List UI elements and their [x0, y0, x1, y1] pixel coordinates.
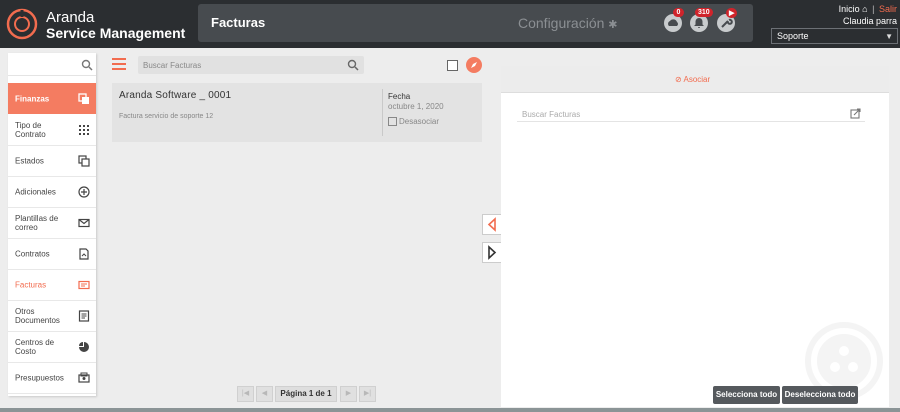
top-bar: Aranda Service Management Facturas Confi… [0, 0, 900, 48]
invoice-card[interactable]: Aranda Software _ 0001 Factura servicio … [112, 83, 482, 142]
sidebar-item-label: Finanzas [15, 94, 50, 103]
page-indicator: Página 1 de 1 [275, 386, 337, 402]
first-page-button[interactable]: |◀ [237, 386, 254, 402]
plus-circle-icon [78, 186, 90, 198]
aranda-logo-icon [6, 8, 38, 40]
search-icon[interactable] [347, 59, 359, 71]
unlink-checkbox-icon [388, 117, 397, 126]
copy-icon [78, 92, 89, 104]
tools-notification-button[interactable]: ▶ [717, 8, 738, 32]
move-left-button[interactable] [482, 214, 502, 235]
home-link[interactable]: Inicio [839, 4, 860, 14]
document-icon [78, 310, 90, 322]
date-label: Fecha [388, 92, 411, 101]
deselect-all-button[interactable]: Deselecciona todo [782, 386, 858, 404]
cloud-notification-button[interactable]: 0 [664, 8, 684, 32]
sidebar-item-label: Estados [15, 156, 44, 166]
sidebar-item-adicionales[interactable]: Adicionales [8, 177, 96, 208]
sidebar-item-label: Contratos [15, 249, 50, 259]
invoice-title: Aranda Software _ 0001 [119, 90, 232, 101]
project-select[interactable]: Soporte ▼ [771, 28, 898, 44]
compass-icon [471, 62, 477, 68]
envelope-icon [78, 218, 90, 228]
project-select-value: Soporte [777, 31, 809, 41]
search-placeholder: Buscar Facturas [143, 61, 202, 70]
associate-label: Asociar [683, 75, 711, 84]
bell-notification-button[interactable]: 310 [690, 8, 713, 32]
invoice-icon [78, 280, 90, 290]
search-submit-icon[interactable] [850, 107, 862, 119]
triangle-left-icon [487, 217, 496, 232]
user-name: Claudia parra [842, 16, 897, 26]
associate-search-input[interactable]: Buscar Facturas [517, 106, 865, 122]
notification-badge: 310 [695, 8, 713, 17]
associate-bar[interactable]: ⊘ Asociar [501, 66, 889, 93]
separator: | [872, 4, 875, 14]
notification-badge: ▶ [726, 8, 738, 18]
search-icon [81, 59, 93, 71]
sidebar-item-label: Plantillas de correo [15, 214, 59, 232]
card-divider [382, 89, 383, 136]
sidebar-item-label: Presupuestos [15, 373, 64, 383]
triangle-right-icon [488, 245, 497, 260]
sidebar: Finanzas Tipo de Contrato Estados Adicio… [8, 53, 96, 396]
menu-icon[interactable] [112, 58, 126, 70]
unlink-button[interactable]: Desasociar [388, 117, 439, 126]
sidebar-item-centros-costo[interactable]: Centros de Costo [8, 332, 96, 363]
move-right-button[interactable] [482, 242, 502, 263]
configuration-label: Configuración [518, 15, 605, 31]
sidebar-item-label: Tipo de Contrato [15, 121, 46, 139]
last-page-button[interactable]: ▶| [359, 386, 376, 402]
compass-button[interactable] [466, 57, 482, 73]
invoice-description: Factura servicio de soporte 12 [119, 113, 214, 120]
sidebar-search[interactable] [8, 56, 96, 76]
sidebar-item-contratos[interactable]: Contratos [8, 239, 96, 270]
sidebar-item-presupuestos[interactable]: Presupuestos [8, 363, 96, 394]
pie-icon [79, 342, 89, 352]
associate-panel: ⊘ Asociar Buscar Facturas [501, 66, 889, 407]
logout-link[interactable]: Salir [879, 4, 897, 14]
prev-page-button[interactable]: ◀ [256, 386, 273, 402]
grid-icon [79, 125, 89, 135]
sidebar-item-finanzas[interactable]: Finanzas [8, 83, 96, 114]
bottom-strip [0, 408, 900, 412]
select-all-checkbox[interactable] [447, 60, 458, 71]
brand-name: Aranda [46, 9, 95, 26]
select-all-button[interactable]: Selecciona todo [713, 386, 780, 404]
associate-icon: ⊘ [675, 75, 682, 84]
sidebar-item-otros-documentos[interactable]: Otros Documentos [8, 301, 96, 332]
sidebar-item-estados[interactable]: Estados [8, 146, 96, 177]
sidebar-item-label: Adicionales [15, 187, 56, 197]
configuration-link[interactable]: Configuración ✱ [518, 15, 618, 31]
sidebar-item-facturas[interactable]: Facturas [8, 270, 96, 301]
states-icon [78, 155, 90, 167]
sidebar-item-label: Otros Documentos [15, 307, 60, 325]
module-title-panel: Facturas Configuración ✱ 0 310 ▶ [198, 4, 753, 42]
page-title: Facturas [211, 15, 266, 30]
brand-product: Service Management [46, 25, 186, 41]
gear-icon: ✱ [608, 19, 618, 31]
contract-icon [79, 248, 89, 260]
sidebar-item-label: Facturas [15, 280, 47, 290]
invoice-search-input[interactable]: Buscar Facturas [138, 56, 364, 74]
notification-badge: 0 [673, 8, 684, 17]
budget-icon [78, 372, 90, 383]
associate-button[interactable]: ⊘ Asociar [675, 75, 710, 84]
sidebar-item-plantillas[interactable]: Plantillas de correo [8, 208, 96, 239]
next-page-button[interactable]: ▶ [340, 386, 357, 402]
date-value: octubre 1, 2020 [388, 102, 444, 111]
search-placeholder: Buscar Facturas [522, 110, 581, 119]
user-links: Inicio ⌂ | Salir [839, 4, 897, 14]
home-icon: ⌂ [862, 4, 868, 14]
sidebar-item-tipo-contrato[interactable]: Tipo de Contrato [8, 115, 96, 146]
unlink-label: Desasociar [399, 117, 440, 126]
caret-down-icon: ▼ [885, 32, 893, 41]
sidebar-item-label: Centros de Costo [15, 338, 55, 356]
